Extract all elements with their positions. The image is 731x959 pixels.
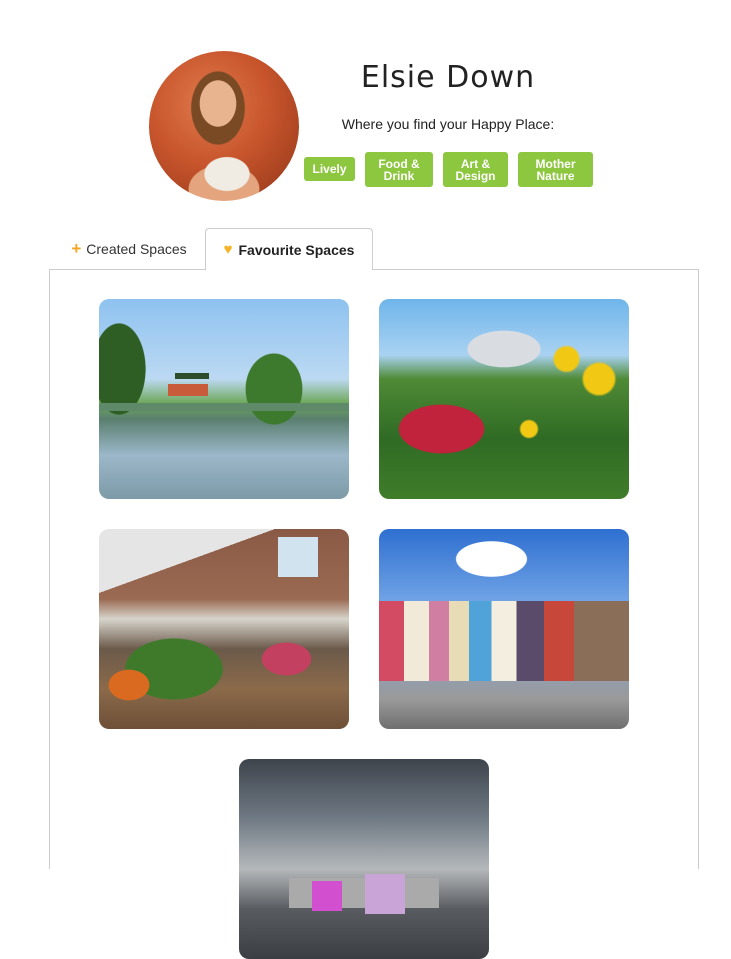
heart-icon: ♥ — [223, 240, 233, 258]
tag-food-drink[interactable]: Food & Drink — [365, 152, 433, 187]
profile-name: Elsie Down — [360, 60, 536, 95]
spaces-tabs: + Created Spaces ♥ Favourite Spaces — [0, 228, 731, 270]
tag-mother-nature[interactable]: Mother Nature — [518, 152, 593, 187]
plus-icon: + — [71, 239, 82, 258]
space-card-stadium-garden[interactable] — [379, 299, 629, 499]
profile-header: Elsie Down Where you find your Happy Pla… — [0, 0, 731, 230]
space-card-market[interactable] — [99, 529, 349, 729]
avatar — [149, 51, 299, 201]
tab-favourite-spaces[interactable]: ♥ Favourite Spaces — [205, 228, 373, 270]
tag-label: Mother Nature — [535, 156, 576, 183]
space-card-concrete-building[interactable] — [239, 759, 489, 959]
space-card-colorful-street[interactable] — [379, 529, 629, 729]
tab-label: Created Spaces — [86, 241, 187, 257]
tab-created-spaces[interactable]: + Created Spaces — [60, 228, 198, 270]
tag-label: Art & Design — [455, 156, 496, 183]
tag-lively[interactable]: Lively — [304, 157, 355, 181]
happy-place-subtitle: Where you find your Happy Place: — [341, 116, 555, 132]
tag-label: Lively — [312, 162, 347, 176]
tab-label: Favourite Spaces — [238, 241, 355, 258]
space-card-pagoda-lake[interactable] — [99, 299, 349, 499]
tag-label: Food & Drink — [378, 156, 420, 183]
tag-art-design[interactable]: Art & Design — [443, 152, 508, 187]
